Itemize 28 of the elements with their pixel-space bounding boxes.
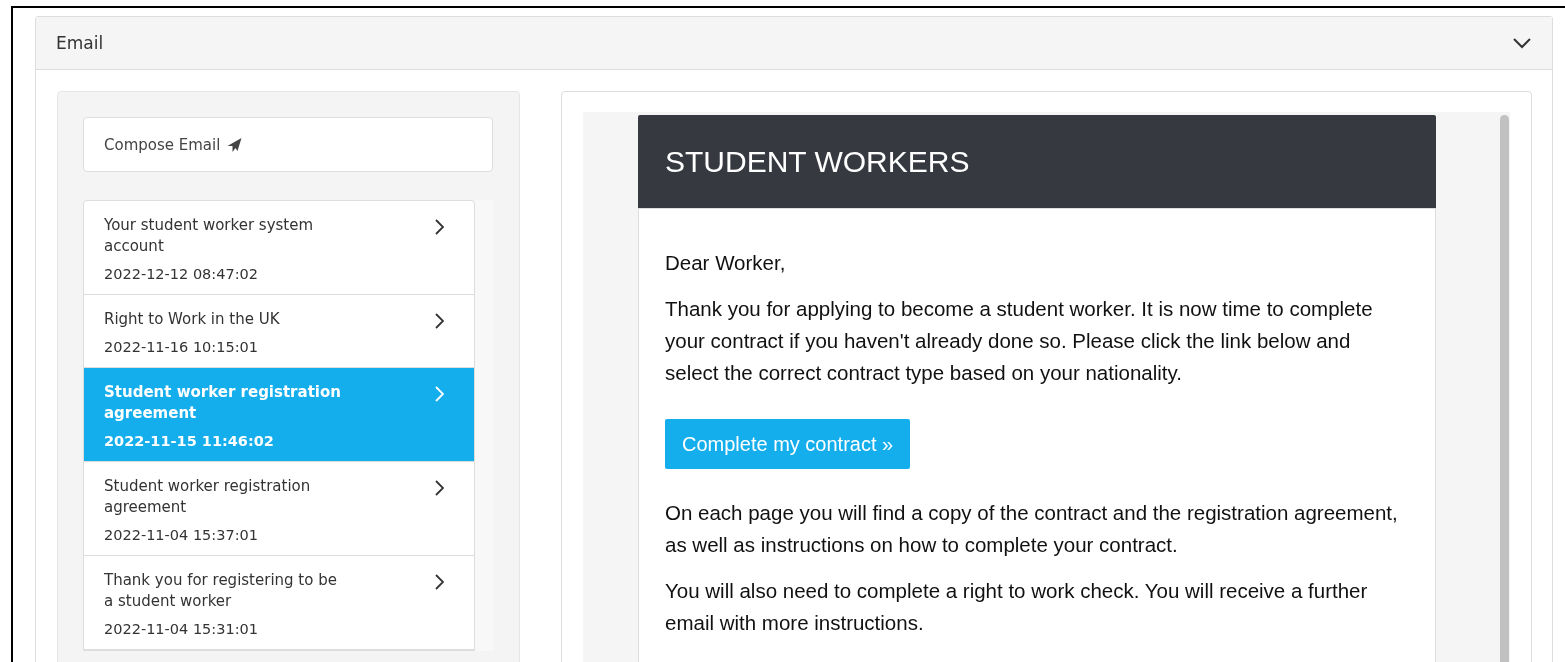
message-date: 2022-12-12 08:47:02 — [104, 266, 259, 282]
message-item[interactable]: Thank you for registering to be a student worker 2022-11-04 15:31:01 — [84, 556, 475, 650]
compose-email-button[interactable]: Compose Email — [83, 117, 493, 172]
message-subject: Student worker registration agreement — [104, 476, 312, 518]
chevron-right-icon — [434, 386, 445, 402]
email-paragraph: Dear Worker, — [665, 250, 787, 276]
panel-header[interactable]: Email — [36, 17, 1552, 70]
message-date: 2022-11-04 15:37:01 — [104, 527, 259, 543]
chevron-right-icon — [434, 480, 445, 496]
message-date: 2022-11-16 10:15:01 — [104, 339, 259, 355]
banner-title: STUDENT WORKERS — [665, 144, 970, 179]
message-date: 2022-11-15 11:46:02 — [104, 433, 275, 449]
message-subject: Your student worker system account — [104, 215, 315, 257]
chevron-down-icon[interactable] — [1512, 37, 1532, 49]
message-item[interactable]: Student worker registration agreement 2022-11-04 15:37:01 — [84, 462, 475, 556]
email-paragraph: Thank you for applying to become a student worker. It is now time to complete your contract if you haven't already done so. Please click the link below and select the correct contract type based on your nationality. — [665, 296, 1374, 386]
message-subject: Right to Work in the UK — [104, 309, 281, 330]
email-paragraph: On each page you will find a copy of the contract and the registration agreement, as well as instructions on how to complete your contract. — [665, 500, 1399, 558]
chevron-right-icon — [434, 313, 445, 329]
message-date: 2022-11-04 15:31:01 — [104, 621, 259, 637]
email-paragraph: You will also need to complete a right to work check. You will receive a further email with more instructions. — [665, 578, 1369, 636]
panel-title: Email — [56, 33, 104, 53]
paper-plane-icon — [226, 136, 244, 153]
message-subject: Student worker registration agreement — [104, 382, 342, 424]
chevron-right-icon — [434, 574, 445, 590]
message-subject: Thank you for registering to be a student worker — [104, 570, 338, 612]
message-item[interactable]: Your student worker system account 2022-12-12 08:47:02 — [84, 201, 475, 295]
chevron-right-icon — [434, 219, 445, 235]
